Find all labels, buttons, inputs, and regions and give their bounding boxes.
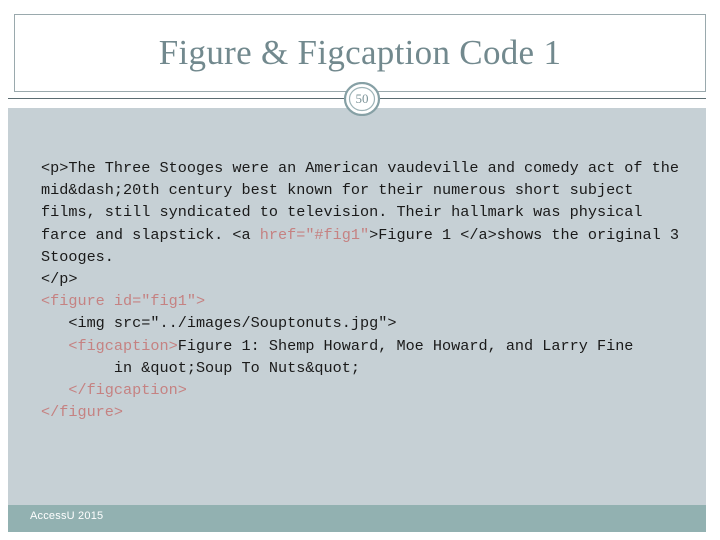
- code-segment-9: </figure>: [41, 403, 124, 422]
- page-number-badge: 50: [340, 82, 384, 116]
- slide-body: <p>The Three Stooges were an American va…: [8, 108, 706, 505]
- code-segment-5: <figcaption>: [68, 336, 178, 355]
- code-segment-1: href="#fig1": [259, 225, 370, 244]
- page-title: Figure & Figcaption Code 1: [158, 32, 562, 72]
- code-listing: <p>The Three Stooges were an American va…: [41, 157, 681, 423]
- code-segment-3: <figure id="fig1">: [41, 292, 206, 311]
- code-segment-7: </figcaption>: [68, 381, 187, 400]
- slide-header: Figure & Figcaption Code 1: [14, 14, 706, 92]
- slide-footer: AccessU 2015: [8, 505, 706, 532]
- page-number-label: 50: [355, 91, 369, 106]
- footer-label: AccessU 2015: [30, 510, 104, 522]
- slide: Figure & Figcaption Code 1 50 <p>The Thr…: [0, 0, 720, 540]
